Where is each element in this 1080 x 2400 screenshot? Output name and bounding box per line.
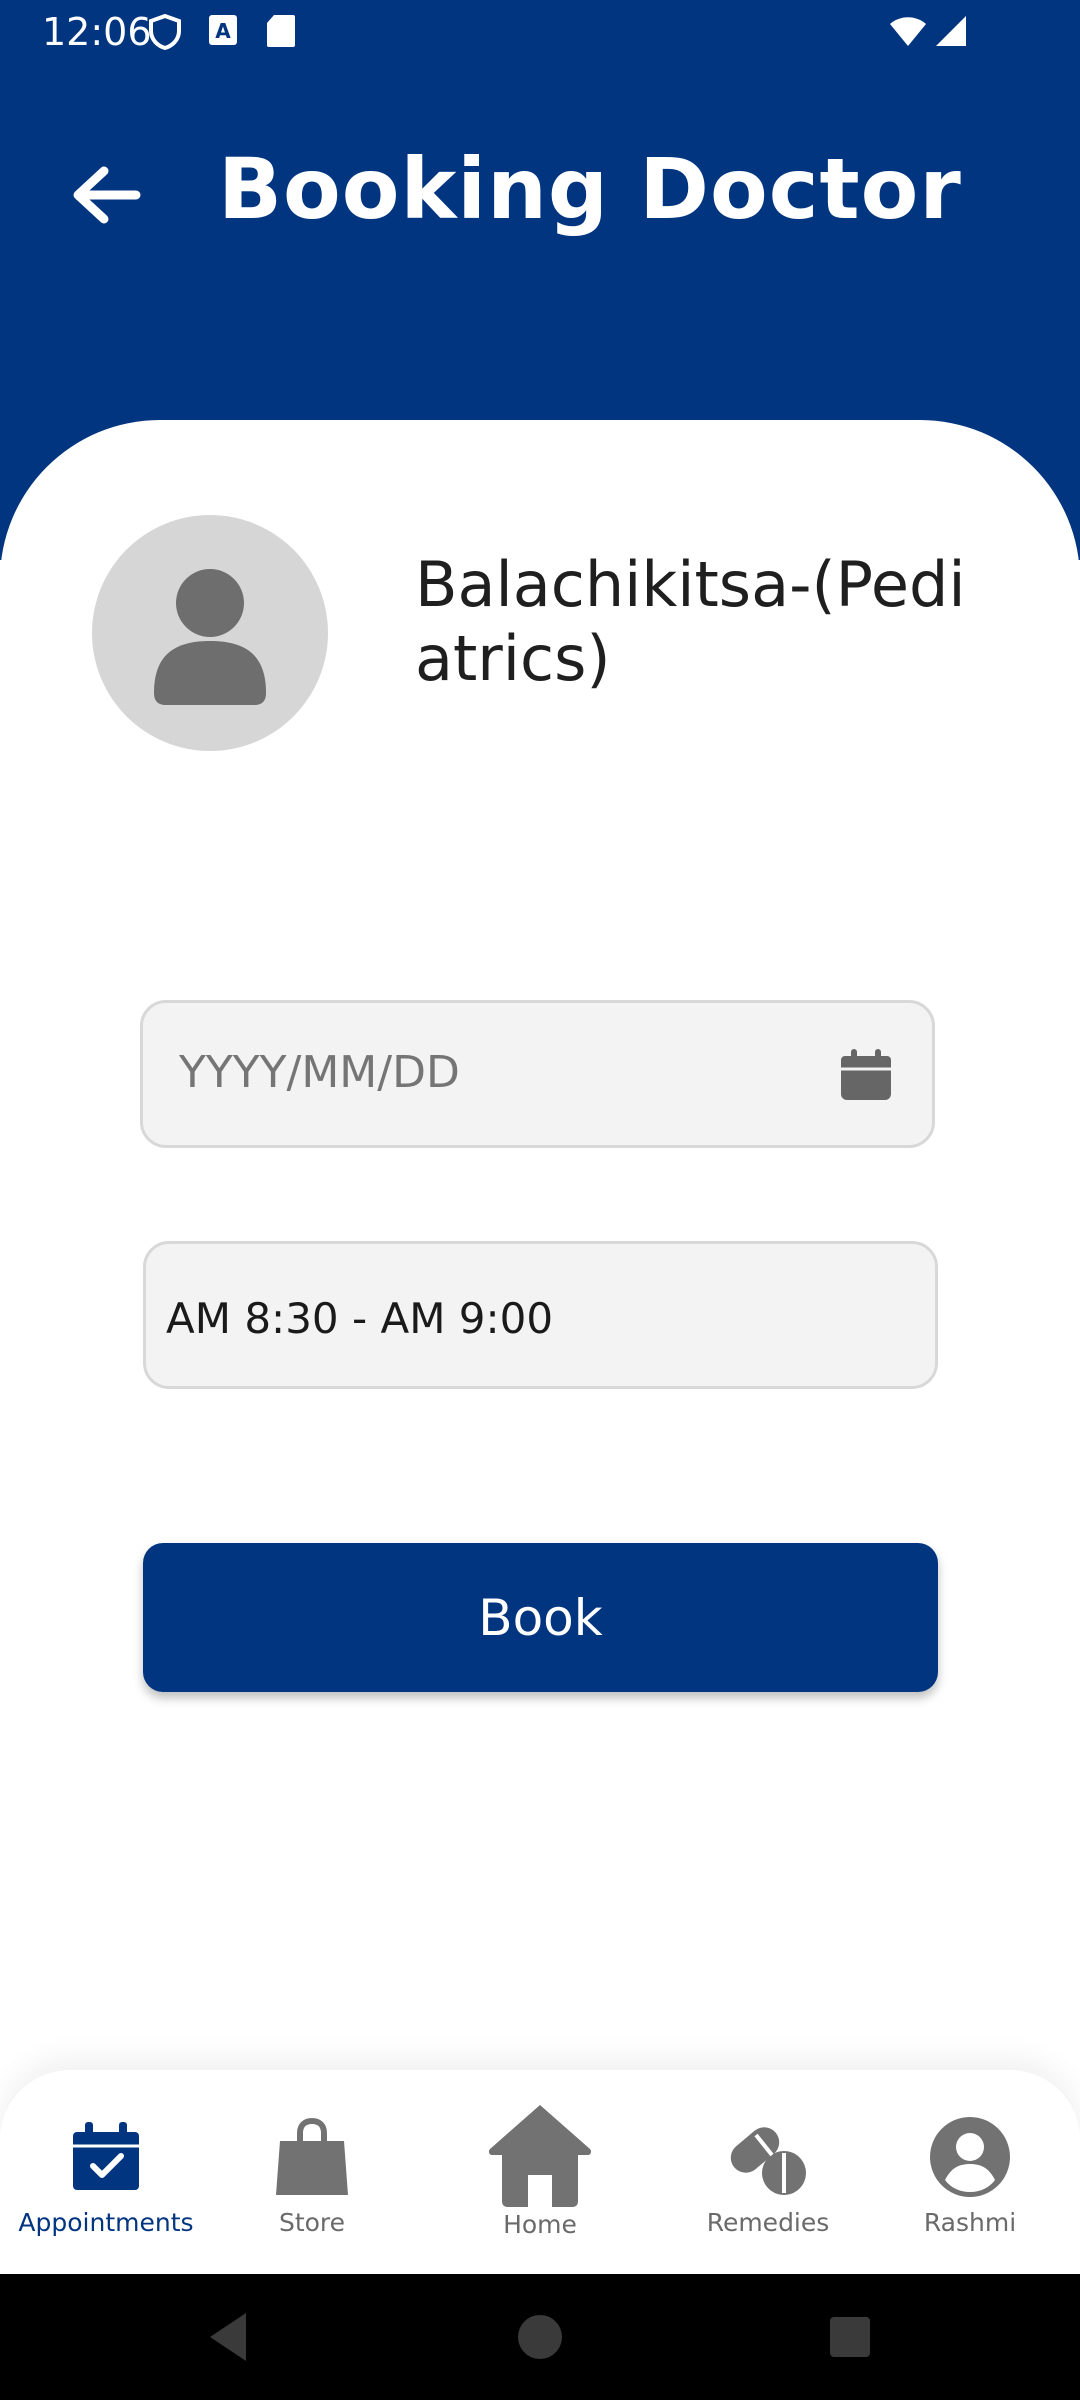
nav-item-home[interactable]: Home [460,2070,620,2274]
shield-icon [149,14,181,50]
signal-icon [936,16,966,46]
calendar-icon[interactable] [838,1047,894,1103]
system-home-icon[interactable] [510,2307,570,2367]
date-field[interactable] [140,1000,935,1148]
page-title: Booking Doctor [218,140,962,238]
home-icon [488,2105,592,2207]
nav-item-remedies[interactable]: Remedies [688,2070,848,2274]
date-input[interactable] [179,1047,779,1098]
system-recents-icon[interactable] [820,2307,880,2367]
svg-text:A: A [215,19,231,43]
calendar-check-icon [73,2122,139,2190]
status-bar: 12:06 A [0,0,1080,62]
system-back-icon[interactable] [200,2307,260,2367]
wifi-icon [890,17,926,46]
keyboard-app-icon: A [209,15,237,45]
nav-item-store[interactable]: Store [232,2070,392,2274]
nav-item-profile[interactable]: Rashmi [890,2070,1050,2274]
user-circle-icon [930,2117,1010,2197]
nav-label-appointments: Appointments [18,2208,194,2237]
bottom-navigation: Appointments Store Home Remedies Rashmi [0,2070,1080,2274]
time-slot-select[interactable]: AM 8:30 - AM 9:00 [143,1241,938,1389]
status-time: 12:06 [42,10,152,54]
nav-item-appointments[interactable]: Appointments [0,2070,212,2274]
nav-label-remedies: Remedies [706,2208,830,2237]
system-navigation-bar [0,2274,1080,2400]
sd-card-icon [267,15,295,47]
nav-label-store: Store [278,2208,346,2237]
pills-icon [730,2127,806,2195]
doctor-name: Balachikitsa-(Pediatrics) [415,548,966,695]
doctor-avatar [92,515,328,751]
back-arrow-button[interactable] [66,155,146,235]
book-button[interactable]: Book [143,1543,938,1692]
shopping-bag-icon [276,2117,348,2195]
nav-label-home: Home [503,2210,577,2239]
time-slot-value: AM 8:30 - AM 9:00 [166,1294,554,1343]
nav-label-profile: Rashmi [923,2208,1017,2237]
person-placeholder-icon [154,569,266,705]
